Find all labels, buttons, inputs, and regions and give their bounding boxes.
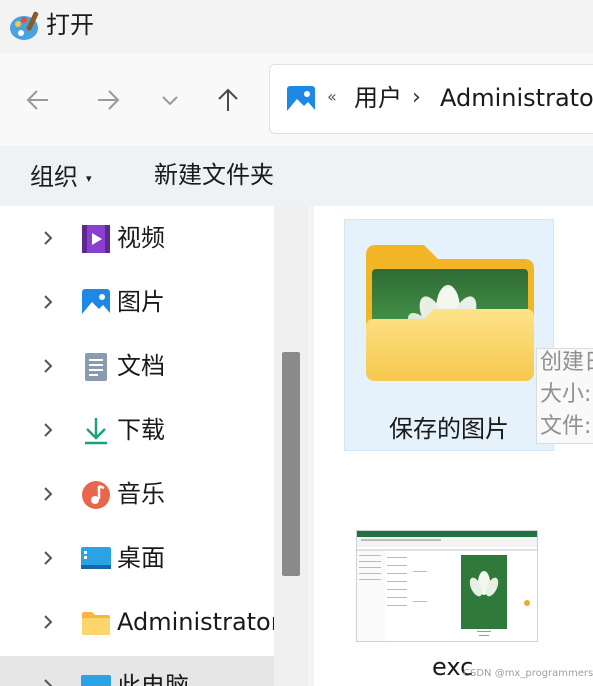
address-bar[interactable]: « 用户 › Administrator <box>269 64 593 134</box>
downloads-icon <box>85 418 107 445</box>
organize-button[interactable]: 组织 ▾ <box>30 160 92 194</box>
sidebar-item-videos[interactable]: 视频 <box>0 208 274 268</box>
sidebar-item-label: 桌面 <box>117 544 165 572</box>
sidebar-item-label: 下载 <box>117 416 165 444</box>
arrow-left-icon <box>26 90 48 110</box>
file-info-tooltip: 创建日 大小: 文件: <box>536 348 593 444</box>
tooltip-size-line: 大小: <box>540 382 592 407</box>
chevron-right-icon[interactable] <box>38 417 58 443</box>
folder-icon <box>82 612 110 635</box>
navigation-bar: « 用户 › Administrator <box>0 54 593 146</box>
sidebar-item-downloads[interactable]: 下载 <box>0 400 274 460</box>
chevron-right-icon[interactable] <box>38 609 58 635</box>
tooltip-created-line: 创建日 <box>540 350 593 375</box>
chevron-right-icon[interactable] <box>38 481 58 507</box>
forward-button[interactable] <box>88 80 128 120</box>
sidebar-item-label: 视频 <box>117 224 165 252</box>
paint-palette-icon <box>10 11 39 40</box>
chevron-right-icon[interactable] <box>38 545 58 571</box>
recent-locations-button[interactable] <box>150 80 190 120</box>
up-button[interactable] <box>208 80 248 120</box>
back-button[interactable] <box>18 80 58 120</box>
address-separator[interactable]: › <box>412 83 421 113</box>
address-overflow[interactable]: « <box>327 87 337 106</box>
sidebar-item-label: 图片 <box>117 288 165 316</box>
sidebar-item-label: 文档 <box>117 352 165 380</box>
command-bar: 组织 ▾ 新建文件夹 <box>0 146 593 206</box>
pictures-icon <box>82 289 110 317</box>
new-folder-button[interactable]: 新建文件夹 <box>154 160 274 190</box>
organize-label: 组织 <box>30 163 78 191</box>
sidebar-item-administrator[interactable]: Administrator <box>0 592 274 652</box>
excel-thumbnail-image <box>357 531 537 641</box>
sidebar-item-this-pc[interactable]: 此电脑 <box>0 656 274 686</box>
sidebar-item-label: Administrator <box>117 608 274 636</box>
arrow-right-icon <box>98 90 120 110</box>
folder-icon <box>366 245 534 381</box>
navigation-pane: 视频 图片 文档 下载 音乐 桌面 Administrator 此电脑 <box>0 206 274 686</box>
sidebar-item-label: 音乐 <box>117 480 165 508</box>
sidebar-item-label: 此电脑 <box>117 672 189 686</box>
sidebar-item-pictures[interactable]: 图片 <box>0 272 274 332</box>
chevron-right-icon[interactable] <box>38 289 58 315</box>
window-title: 打开 <box>46 11 94 39</box>
sidebar-scrollbar-thumb[interactable] <box>282 352 300 576</box>
chevron-down-icon <box>162 96 178 106</box>
videos-icon <box>82 225 110 253</box>
music-icon <box>82 481 110 509</box>
tooltip-files-line: 文件: <box>540 414 592 439</box>
address-segment-users[interactable]: 用户 <box>354 83 402 113</box>
chevron-right-icon[interactable] <box>38 225 58 251</box>
chevron-right-icon[interactable] <box>38 673 58 686</box>
watermark: CSDN @mx_programmers <box>463 668 593 679</box>
arrow-up-icon <box>218 88 238 111</box>
this-pc-icon <box>81 675 111 686</box>
file-tile-excel[interactable] <box>356 530 538 642</box>
sidebar-item-documents[interactable]: 文档 <box>0 336 274 396</box>
folder-name: 保存的图片 <box>389 415 509 443</box>
address-segment-administrator[interactable]: Administrator <box>440 83 593 113</box>
sidebar-item-desktop[interactable]: 桌面 <box>0 528 274 588</box>
sidebar-item-music[interactable]: 音乐 <box>0 464 274 524</box>
chevron-right-icon[interactable] <box>38 353 58 379</box>
documents-icon <box>85 353 107 381</box>
title-bar: 打开 <box>0 0 593 54</box>
desktop-icon <box>81 547 111 569</box>
pictures-icon <box>287 86 315 114</box>
caret-down-icon: ▾ <box>86 172 92 185</box>
